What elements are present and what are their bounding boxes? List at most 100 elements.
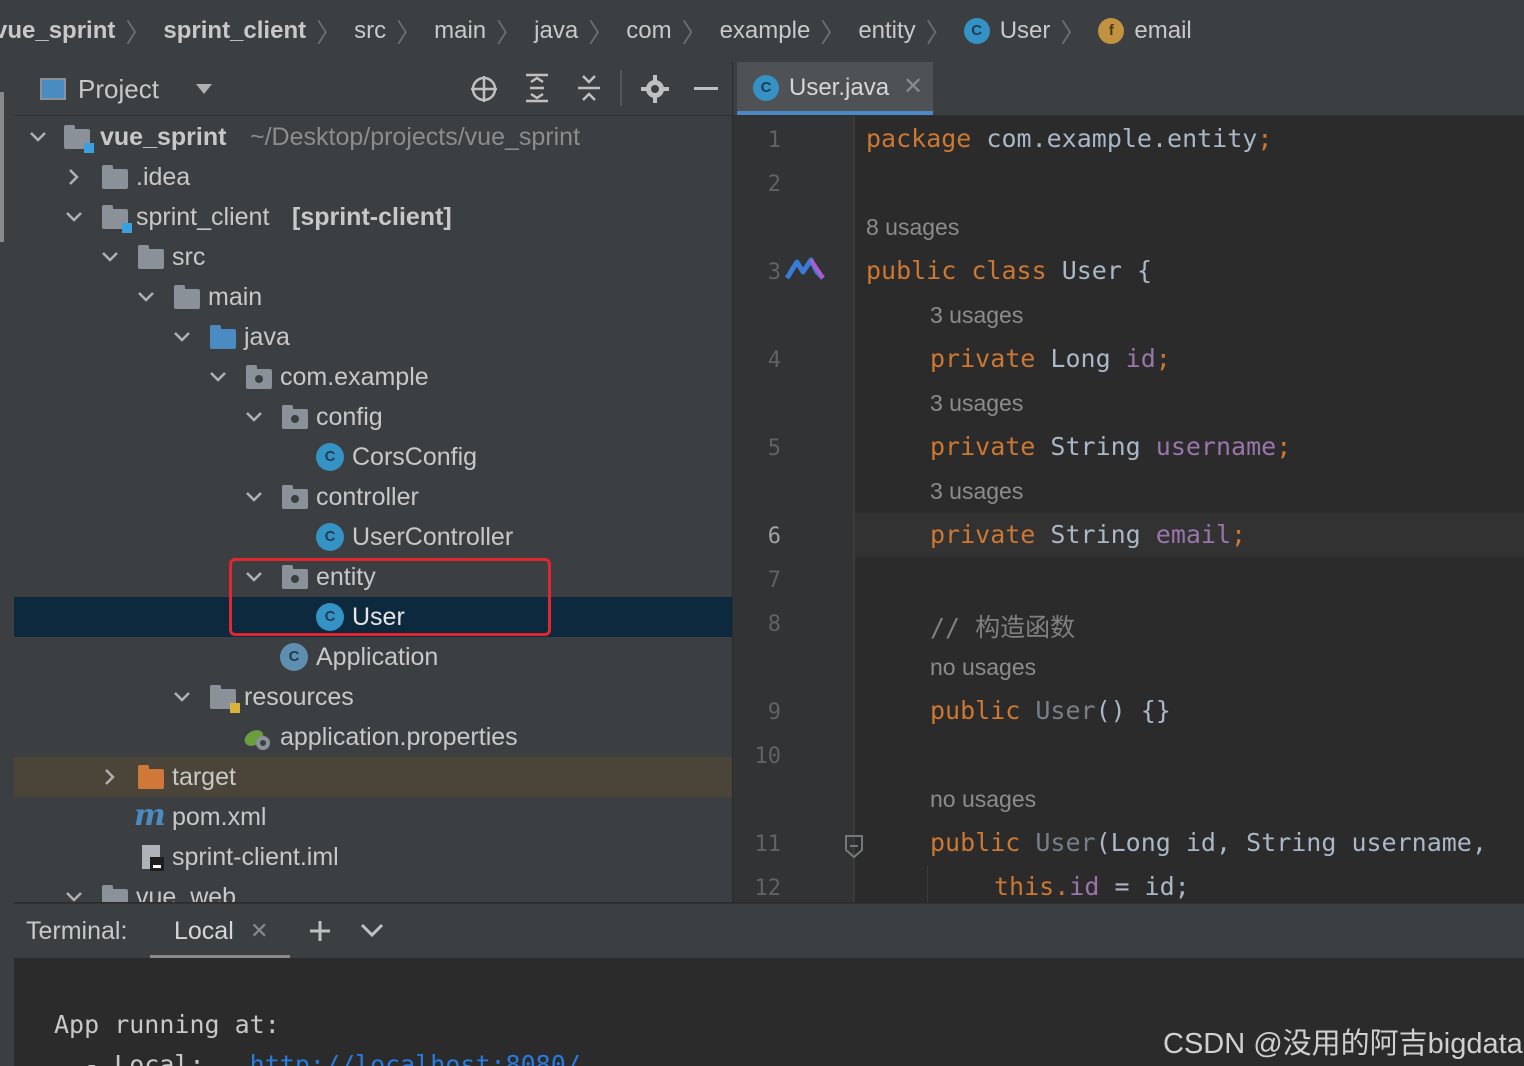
tab-user-java[interactable]: C User.java ✕	[737, 62, 933, 115]
tree-item-module[interactable]: sprint_client [sprint-client]	[14, 197, 732, 237]
breadcrumb-field-label: email	[1134, 17, 1192, 44]
line-number: 10	[754, 744, 782, 769]
tree-item-root[interactable]: vue_sprint ~/Desktop/projects/vue_sprint	[14, 117, 732, 157]
usage-hint[interactable]: 3 usages	[930, 390, 1023, 417]
minimize-icon[interactable]	[694, 87, 718, 90]
breadcrumb-item-entity[interactable]: entity	[858, 17, 915, 45]
keyword: this	[994, 872, 1055, 901]
tree-item-label: pom.xml	[172, 802, 267, 831]
keyword: public	[866, 256, 957, 285]
tree-item-pom[interactable]: m pom.xml	[14, 797, 732, 837]
chevron-down-icon[interactable]	[244, 487, 264, 507]
folder-icon	[138, 245, 164, 269]
tree-item-label: application.properties	[280, 722, 518, 751]
tree-item-java[interactable]: java	[14, 317, 732, 357]
tree-item-config[interactable]: config	[14, 397, 732, 437]
chevron-down-icon[interactable]	[136, 287, 156, 307]
tree-item-label: UserController	[352, 522, 514, 551]
chevron-down-icon[interactable]	[244, 407, 264, 427]
breadcrumb-separator-icon: 〉	[396, 17, 423, 48]
keyword: public	[930, 828, 1021, 857]
usage-hint[interactable]: no usages	[930, 654, 1036, 681]
project-tree[interactable]: vue_sprint ~/Desktop/projects/vue_sprint…	[14, 116, 732, 902]
breadcrumb-item-src[interactable]: src	[354, 17, 386, 45]
field-name: username	[1155, 432, 1277, 461]
tree-item-com-example[interactable]: com.example	[14, 357, 732, 397]
chevron-right-icon[interactable]	[100, 767, 120, 787]
constructor-name: User	[1020, 828, 1096, 857]
usage-hint[interactable]: 3 usages	[930, 302, 1023, 329]
gear-icon[interactable]	[640, 74, 670, 104]
chevron-right-icon[interactable]	[64, 167, 84, 187]
mybatis-plugin-icon[interactable]	[785, 256, 825, 282]
code-text: String	[1035, 432, 1156, 461]
chevron-down-icon[interactable]	[100, 247, 120, 267]
package-icon	[246, 365, 272, 389]
breadcrumb-item-class[interactable]: C User	[963, 17, 1051, 45]
dropdown-arrow-icon[interactable]	[194, 82, 214, 96]
close-icon[interactable]: ✕	[903, 72, 923, 101]
chevron-down-icon[interactable]	[208, 367, 228, 387]
terminal-line: App running at:	[54, 1010, 280, 1039]
tree-item-label: CorsConfig	[352, 442, 478, 471]
tree-item-label: vue_web	[136, 882, 237, 903]
breadcrumb-item-field[interactable]: f email	[1098, 17, 1192, 45]
highlight-box	[229, 558, 551, 636]
tree-item-application[interactable]: C Application	[14, 637, 732, 677]
iml-file-icon	[142, 845, 164, 871]
tree-item-target[interactable]: target	[14, 757, 732, 797]
chevron-down-icon[interactable]	[28, 127, 48, 147]
tab-label: User.java	[789, 74, 890, 101]
usage-hint[interactable]: 3 usages	[930, 478, 1023, 505]
code-line-5: private String username;	[930, 432, 1291, 461]
chevron-down-icon[interactable]	[64, 207, 84, 227]
code-text: com.example.entity	[971, 124, 1258, 153]
code-editor[interactable]: 1 2 3 4 5 6 7 8 9 10 11 12 package com.e…	[733, 116, 1524, 902]
tree-item-controller[interactable]: controller	[14, 477, 732, 517]
breadcrumb-item-example[interactable]: example	[720, 17, 811, 45]
tree-module-tag: [sprint-client]	[292, 202, 452, 231]
chevron-down-icon[interactable]	[360, 922, 384, 940]
chevron-down-icon[interactable]	[64, 887, 84, 902]
usage-hint[interactable]: no usages	[930, 786, 1036, 813]
tree-item-vue-web[interactable]: vue_web	[14, 877, 732, 902]
tree-item-idea[interactable]: .idea	[14, 157, 732, 197]
usage-hint[interactable]: 8 usages	[866, 214, 959, 241]
code-text: () {}	[1095, 696, 1171, 725]
properties-file-icon	[244, 730, 270, 750]
line-number: 1	[767, 128, 781, 153]
field-name: id	[1125, 344, 1156, 373]
left-tool-strip[interactable]	[0, 62, 15, 1066]
tree-item-user-controller[interactable]: C UserController	[14, 517, 732, 557]
breadcrumb-item-java[interactable]: java	[534, 17, 578, 45]
code-line-1: package com.example.entity;	[866, 124, 1272, 153]
breadcrumb-item-module[interactable]: sprint_client	[163, 17, 306, 45]
tree-item-iml[interactable]: sprint-client.iml	[14, 837, 732, 877]
keyword: private	[930, 520, 1036, 549]
tree-item-resources[interactable]: resources	[14, 677, 732, 717]
terminal-link[interactable]: http://localhost:8080/	[250, 1050, 581, 1066]
tree-item-application-properties[interactable]: application.properties	[14, 717, 732, 757]
add-icon[interactable]	[308, 919, 332, 943]
breadcrumb-item-project[interactable]: vue_sprint	[0, 17, 115, 45]
expand-all-icon[interactable]	[522, 72, 552, 104]
terminal-line: - Local: http://localhost:8080/	[54, 1050, 581, 1066]
tree-item-main[interactable]: main	[14, 277, 732, 317]
semicolon: ;	[1231, 520, 1247, 549]
collapse-all-icon[interactable]	[574, 72, 604, 104]
chevron-down-icon[interactable]	[172, 687, 192, 707]
tree-item-label: target	[172, 762, 236, 791]
fold-marker-icon[interactable]	[843, 834, 865, 860]
chevron-down-icon[interactable]	[172, 327, 192, 347]
locate-file-icon[interactable]	[469, 74, 499, 104]
constructor-name: User	[1020, 696, 1096, 725]
breadcrumb-class-label: User	[999, 17, 1051, 44]
tree-item-cors-config[interactable]: C CorsConfig	[14, 437, 732, 477]
terminal-tab-local[interactable]: Local ✕	[150, 904, 290, 959]
close-icon[interactable]: ✕	[250, 918, 268, 944]
project-panel-title[interactable]: Project	[78, 74, 159, 105]
project-tool-tab[interactable]	[0, 92, 4, 242]
tree-item-src[interactable]: src	[14, 237, 732, 277]
breadcrumb-item-com[interactable]: com	[626, 17, 671, 45]
breadcrumb-item-main[interactable]: main	[434, 17, 486, 45]
